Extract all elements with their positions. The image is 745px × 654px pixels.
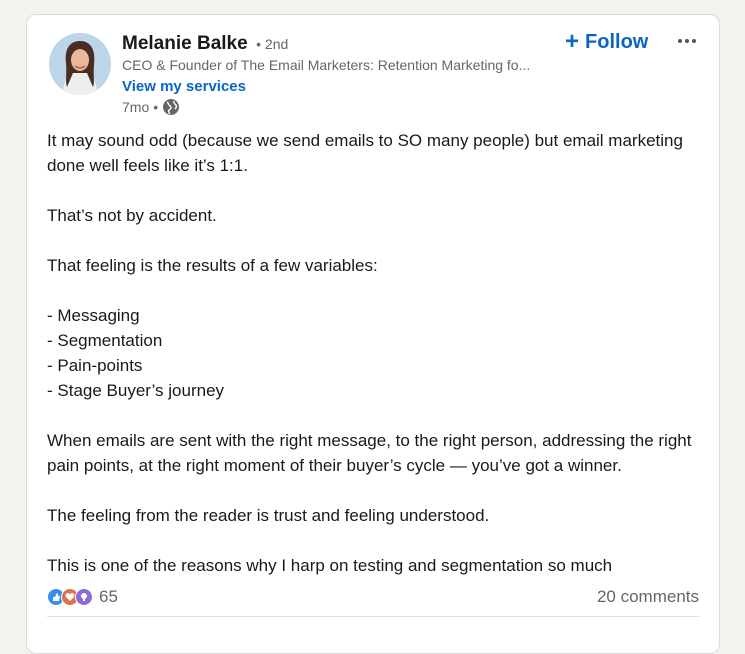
view-services-link[interactable]: View my services bbox=[122, 78, 246, 95]
divider bbox=[47, 616, 699, 617]
post-meta: 7mo • bbox=[122, 98, 180, 116]
plus-icon: + bbox=[565, 28, 580, 55]
post-card: Melanie Balke • 2nd CEO & Founder of The… bbox=[26, 14, 720, 654]
avatar-image bbox=[49, 33, 111, 95]
follow-button[interactable]: + Follow bbox=[565, 29, 648, 55]
post-list-item: - Pain-points bbox=[47, 356, 143, 375]
insightful-icon bbox=[75, 588, 93, 606]
author-headline: CEO & Founder of The Email Marketers: Re… bbox=[122, 57, 531, 73]
post-list-item: - Messaging bbox=[47, 306, 140, 325]
post-paragraph: That feeling is the results of a few var… bbox=[47, 256, 378, 275]
comments-count-link[interactable]: 20 comments bbox=[597, 587, 699, 607]
author-name[interactable]: Melanie Balke bbox=[122, 33, 248, 54]
post-text: It may sound odd (because we send emails… bbox=[47, 128, 712, 603]
meta-separator: • bbox=[153, 99, 159, 115]
author-name-row: Melanie Balke • 2nd bbox=[122, 33, 288, 55]
follow-label: Follow bbox=[585, 30, 649, 53]
post-time: 7mo bbox=[122, 99, 150, 115]
post-paragraph: That’s not by accident. bbox=[47, 206, 217, 225]
more-options-icon[interactable] bbox=[673, 31, 701, 51]
globe-icon bbox=[162, 98, 180, 116]
post-list-item: - Stage Buyer’s journey bbox=[47, 381, 225, 400]
avatar[interactable] bbox=[49, 33, 111, 95]
post-list-item: - Segmentation bbox=[47, 331, 163, 350]
reaction-count: 65 bbox=[99, 587, 118, 606]
connection-degree: • 2nd bbox=[256, 36, 289, 52]
reactions-summary[interactable]: 65 bbox=[47, 587, 118, 607]
post-paragraph: This is one of the reasons why I harp on… bbox=[47, 556, 613, 575]
post-paragraph: It may sound odd (because we send emails… bbox=[47, 131, 683, 175]
post-paragraph: The feeling from the reader is trust and… bbox=[47, 506, 490, 525]
post-paragraph: When emails are sent with the right mess… bbox=[47, 431, 692, 475]
